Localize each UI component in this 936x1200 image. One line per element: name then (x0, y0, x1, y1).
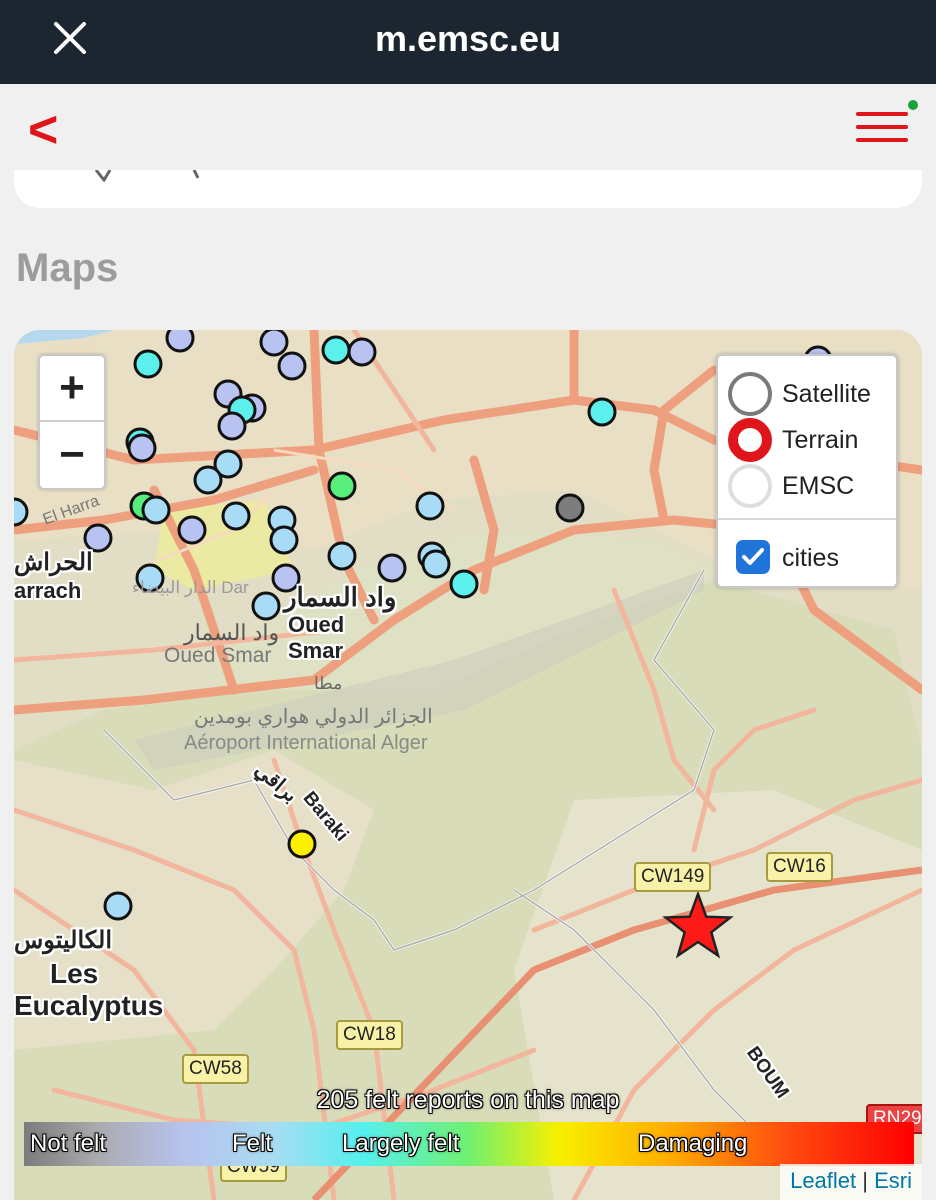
map-attribution: Leaflet | Esri (780, 1164, 922, 1200)
earthquake-map[interactable]: واد السمار Oued Smar واد السمار Oued Sma… (14, 330, 922, 1200)
felt-report-marker[interactable] (327, 471, 357, 501)
felt-report-marker[interactable] (14, 497, 29, 527)
esri-link[interactable]: Esri (874, 1168, 912, 1193)
label-oued-smar-faint: Oued Smar (164, 644, 272, 667)
label-airport-ar: الجزائر الدولي هواري بومدين (194, 706, 433, 728)
felt-report-marker[interactable] (327, 541, 357, 571)
emsc-radio[interactable] (728, 464, 772, 508)
satellite-radio[interactable] (728, 372, 772, 416)
checkmark-icon (742, 548, 764, 565)
label-dar: الدار البيضاء Dar (132, 578, 249, 597)
label-airport: Aéroport International Alger (184, 732, 428, 754)
felt-report-marker[interactable] (133, 349, 163, 379)
felt-report-marker[interactable] (141, 495, 171, 525)
cities-label: cities (782, 544, 839, 572)
label-mata: مطا (314, 674, 343, 693)
label-harrach-ar: الحراش (14, 549, 93, 576)
scale-label-not-felt: Not felt (30, 1130, 107, 1157)
notification-dot (908, 100, 918, 110)
felt-report-count: 205 felt reports on this map (316, 1086, 620, 1114)
layer-label: EMSC (782, 472, 855, 500)
label-harrach: arrach (14, 578, 82, 603)
felt-report-marker[interactable] (587, 397, 617, 427)
felt-report-marker[interactable] (221, 501, 251, 531)
felt-report-marker[interactable] (259, 330, 289, 357)
felt-report-marker[interactable] (421, 549, 451, 579)
felt-report-marker[interactable] (287, 829, 317, 859)
back-button[interactable]: < (28, 104, 58, 156)
epicenter-star-icon[interactable] (662, 890, 734, 959)
road-cw18: CW18 (336, 1020, 403, 1050)
layer-option-terrain[interactable]: Terrain (728, 416, 896, 462)
road-cw149: CW149 (634, 862, 712, 892)
label-eucalyptus-ar: الكاليتوس (14, 927, 113, 954)
browser-bar: m.emsc.eu (0, 0, 936, 84)
leaflet-link[interactable]: Leaflet (790, 1168, 856, 1193)
felt-report-marker[interactable] (377, 553, 407, 583)
previous-card (14, 170, 922, 208)
layer-divider (718, 518, 896, 520)
label-oued-smar: Oued Smar (288, 612, 345, 663)
zoom-out-button[interactable]: − (40, 422, 104, 488)
layer-label: Terrain (782, 426, 859, 454)
label-oued-smar-ar-faint: واد السمار (184, 620, 280, 645)
layer-switcher: Satellite Terrain EMSC cities (716, 354, 898, 588)
road-cw58: CW58 (182, 1054, 249, 1084)
scale-label-largely-felt: Largely felt (342, 1130, 460, 1157)
scale-label-damaging: Damaging (638, 1130, 748, 1157)
label-oued-smar-ar: واد السمار (284, 582, 397, 612)
label-eucalyptus: Eucalyptus (14, 990, 164, 1021)
felt-report-marker[interactable] (193, 465, 223, 495)
page-url: m.emsc.eu (374, 18, 562, 59)
felt-report-marker[interactable] (269, 525, 299, 555)
intensity-scale: Not felt Felt Largely felt Damaging (24, 1122, 914, 1166)
road-cw16: CW16 (766, 852, 833, 882)
felt-report-marker[interactable] (347, 337, 377, 367)
felt-report-marker[interactable] (177, 515, 207, 545)
felt-report-marker[interactable] (127, 433, 157, 463)
felt-report-marker[interactable] (277, 351, 307, 381)
zoom-control: + − (38, 354, 106, 490)
felt-report-marker[interactable] (103, 891, 133, 921)
section-title: Maps (16, 246, 119, 290)
felt-report-marker[interactable] (217, 411, 247, 441)
layer-label: Satellite (782, 380, 871, 408)
felt-report-marker[interactable] (449, 569, 479, 599)
layer-option-satellite[interactable]: Satellite (728, 370, 896, 416)
layer-option-emsc[interactable]: EMSC (728, 462, 896, 508)
felt-report-marker[interactable] (165, 330, 195, 353)
zoom-in-button[interactable]: + (40, 356, 104, 422)
felt-report-marker[interactable] (321, 335, 351, 365)
terrain-radio[interactable] (728, 418, 772, 462)
felt-report-marker[interactable] (415, 491, 445, 521)
scale-label-felt: Felt (232, 1130, 273, 1157)
label-les: Les (50, 958, 99, 989)
cities-checkbox[interactable] (736, 540, 770, 574)
hamburger-menu-icon[interactable] (856, 100, 918, 148)
site-nav: < (0, 84, 936, 180)
attribution-separator: | (862, 1168, 868, 1193)
felt-report-marker[interactable] (251, 591, 281, 621)
felt-report-marker[interactable] (555, 493, 585, 523)
